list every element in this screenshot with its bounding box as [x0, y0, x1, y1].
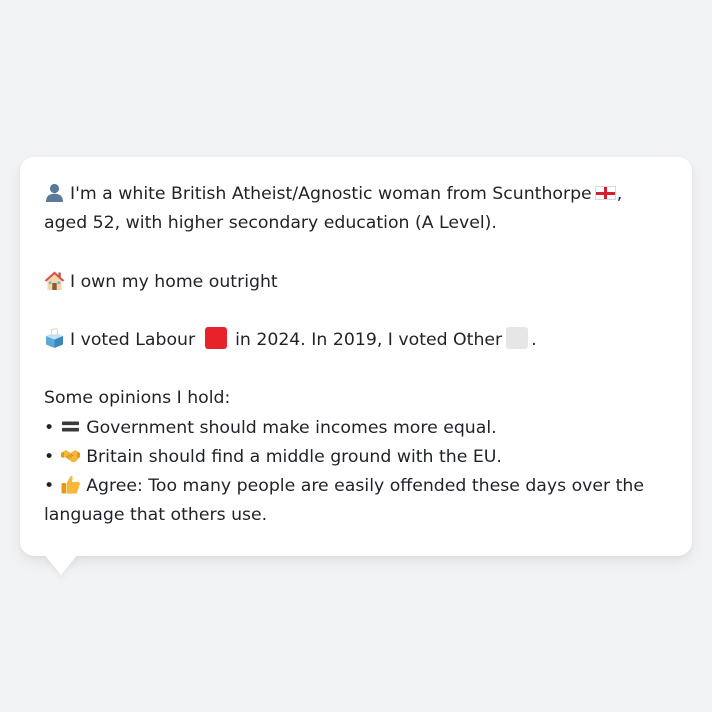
bullet: •	[44, 475, 55, 496]
home-text: I own my home outright	[70, 271, 278, 292]
opinions-heading: Some opinions I hold:	[44, 388, 231, 409]
opinion-text: Britain should find a middle ground with…	[86, 446, 502, 467]
bullet: •	[44, 446, 55, 467]
persona-card: I'm a white British Atheist/Agnostic wom…	[20, 157, 692, 556]
vote-line: I voted Labour in 2024. In 2019, I voted…	[44, 326, 668, 355]
equals-icon	[60, 416, 81, 437]
bullet: •	[44, 417, 55, 438]
opinion-text: Agree: Too many people are easily offend…	[44, 475, 645, 526]
opinion-item: • Agree: Too many people are easily offe…	[44, 472, 668, 530]
opinion-item: • Britain should find a middle ground wi…	[44, 443, 668, 472]
house-icon	[44, 270, 65, 291]
identity-line: I'm a white British Atheist/Agnostic wom…	[44, 180, 668, 238]
thumbs-up-icon	[60, 474, 81, 495]
identity-text: I'm a white British Atheist/Agnostic wom…	[70, 184, 592, 204]
england-flag-icon	[594, 186, 616, 200]
vote-text-continued: in 2024. In 2019, I voted Other	[235, 329, 503, 350]
opinion-text: Government should make incomes more equa…	[86, 417, 497, 438]
opinion-item: • Government should make incomes more eq…	[44, 414, 668, 443]
speech-bubble-tail	[43, 553, 79, 575]
labour-red-square-icon	[204, 326, 227, 349]
vote-text: I voted Labour	[70, 329, 196, 350]
ballot-box-icon	[44, 328, 65, 349]
handshake-icon	[60, 445, 81, 466]
other-grey-square-icon	[506, 326, 529, 349]
bust-silhouette-icon	[44, 182, 65, 203]
home-line: I own my home outright	[44, 268, 668, 297]
vote-text-end: .	[531, 329, 537, 350]
